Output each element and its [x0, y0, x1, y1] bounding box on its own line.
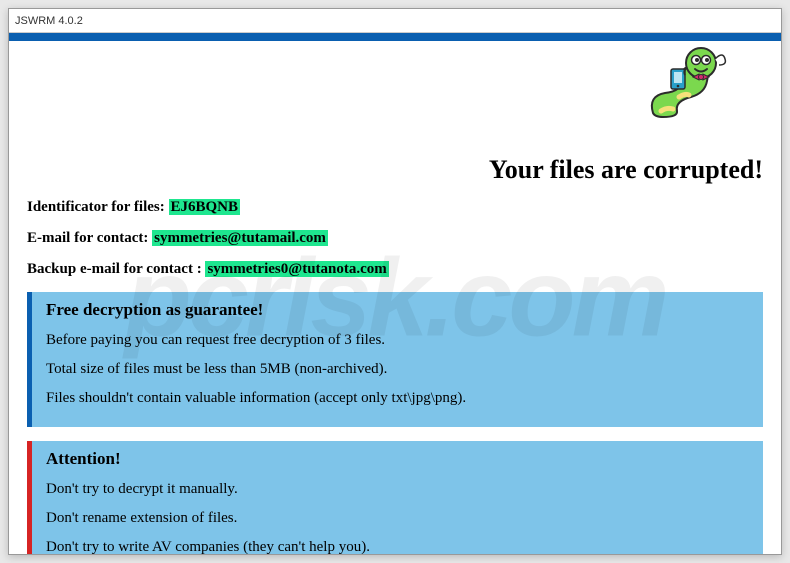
identificator-value: EJ6BQNB: [169, 199, 241, 215]
worm-icon: [643, 41, 733, 126]
backup-email-value: symmetries0@tutanota.com: [205, 261, 388, 277]
bluebar: [9, 33, 781, 41]
attention-line-2: Don't rename extension of files.: [46, 510, 751, 527]
backup-email-label: Backup e-mail for contact :: [27, 261, 205, 277]
guarantee-line-3: Files shouldn't contain valuable informa…: [46, 390, 751, 407]
email-value: symmetries@tutamail.com: [152, 230, 328, 246]
identificator-label: Identificator for files:: [27, 199, 169, 215]
corrupted-heading: Your files are corrupted!: [27, 155, 763, 185]
attention-panel: Attention! Don't try to decrypt it manua…: [27, 441, 763, 554]
ransom-window: JSWRM 4.0.2 pcrisk.com: [8, 8, 782, 555]
guarantee-line-1: Before paying you can request free decry…: [46, 332, 751, 349]
email-line: E-mail for contact: symmetries@tutamail.…: [27, 230, 763, 247]
guarantee-line-2: Total size of files must be less than 5M…: [46, 361, 751, 378]
email-label: E-mail for contact:: [27, 230, 152, 246]
attention-title: Attention!: [46, 449, 751, 469]
content-area: pcrisk.com: [9, 41, 781, 554]
titlebar[interactable]: JSWRM 4.0.2: [9, 9, 781, 33]
window-title: JSWRM 4.0.2: [15, 15, 83, 27]
attention-line-1: Don't try to decrypt it manually.: [46, 481, 751, 498]
backup-email-line: Backup e-mail for contact : symmetries0@…: [27, 261, 763, 278]
header-row: [27, 41, 763, 151]
identificator-line: Identificator for files: EJ6BQNB: [27, 199, 763, 216]
attention-line-3: Don't try to write AV companies (they ca…: [46, 539, 751, 554]
guarantee-panel: Free decryption as guarantee! Before pay…: [27, 292, 763, 427]
guarantee-title: Free decryption as guarantee!: [46, 300, 751, 320]
